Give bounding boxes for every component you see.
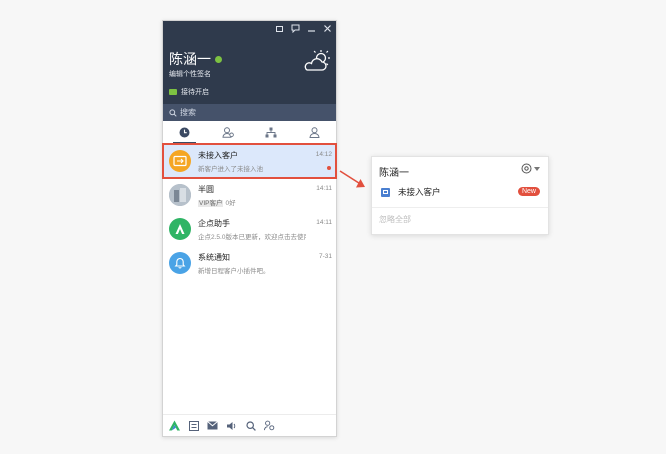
message-icon[interactable] <box>290 24 300 34</box>
tab-customers[interactable] <box>293 121 336 143</box>
conversation-title: 半圆 <box>198 184 214 194</box>
conversation-preview: 企点2.5.0版本已更新，欢迎点击去使用 <box>198 233 306 241</box>
profile-name-row[interactable]: 陈涵一 <box>169 49 222 69</box>
annotation-arrow-icon <box>339 170 365 188</box>
divider <box>372 207 548 208</box>
queue-icon <box>381 187 390 197</box>
conversation-item-system[interactable]: 系统通知 新增日程客户小插件吧。 7-31 <box>163 246 336 280</box>
chat-bubble-icon <box>169 89 177 95</box>
minimize-button[interactable] <box>306 24 316 34</box>
org-tree-icon <box>265 127 277 137</box>
tab-organization[interactable] <box>250 121 293 143</box>
search-icon <box>169 108 177 117</box>
tab-contacts[interactable] <box>206 121 249 143</box>
online-status-icon <box>215 55 222 63</box>
gear-icon <box>521 163 532 174</box>
stage: 陈涵一 编辑个性签名 接待开启 搜索 未接入客户 新客户进入了未接入池 14:1… <box>0 0 666 454</box>
qidian-logo-icon[interactable] <box>169 420 180 431</box>
assistant-icon <box>169 218 191 240</box>
vip-tag: VIP客户 <box>198 199 224 207</box>
photo-avatar <box>169 184 191 206</box>
conversation-time: 14:11 <box>316 185 332 192</box>
conversation-time: 7-31 <box>318 253 332 260</box>
clock-icon <box>179 127 190 137</box>
conversation-preview: 新客户进入了未接入池 <box>198 165 263 173</box>
search-icon[interactable] <box>245 420 256 431</box>
queue-icon <box>169 150 191 172</box>
app-grid-icon[interactable] <box>188 420 199 431</box>
notification-popup: 陈涵一 未接入客户 New 忽略全部 <box>371 156 549 235</box>
conversation-title: 未接入客户 <box>198 150 238 160</box>
bell-icon <box>169 252 191 274</box>
close-button[interactable] <box>322 24 332 34</box>
unread-dot <box>327 166 331 170</box>
conversation-item-banyuan[interactable]: 半圆 VIP客户 0好 14:11 <box>163 178 336 212</box>
user-icon <box>309 126 320 138</box>
speaker-icon[interactable] <box>226 420 237 431</box>
bottom-toolbar <box>163 414 336 436</box>
weather-icon[interactable] <box>302 49 332 78</box>
im-main-window: 陈涵一 编辑个性签名 接待开启 搜索 未接入客户 新客户进入了未接入池 14:1… <box>162 20 337 437</box>
reception-status[interactable]: 接待开启 <box>169 87 209 97</box>
reception-status-label: 接待开启 <box>181 89 209 96</box>
popup-item-unassigned[interactable]: 未接入客户 <box>381 186 441 198</box>
profile-name: 陈涵一 <box>169 51 211 67</box>
chevron-down-icon <box>534 166 540 171</box>
ignore-all-link[interactable]: 忽略全部 <box>379 214 411 225</box>
main-tabs <box>163 121 336 144</box>
search-placeholder: 搜索 <box>180 108 196 117</box>
mail-icon[interactable] <box>207 420 218 431</box>
conversation-time: 14:11 <box>316 219 332 226</box>
conversation-title: 系统通知 <box>198 252 230 262</box>
conversation-item-assistant[interactable]: 企点助手 企点2.5.0版本已更新，欢迎点击去使用 14:11 <box>163 212 336 246</box>
popup-item-label: 未接入客户 <box>398 187 441 197</box>
new-badge: New <box>517 187 540 196</box>
search-bar[interactable]: 搜索 <box>163 104 336 121</box>
conversation-time: 14:12 <box>315 151 332 158</box>
conversation-preview-row: VIP客户 0好 <box>198 197 306 207</box>
window-controls <box>274 24 332 34</box>
conversation-list: 未接入客户 新客户进入了未接入池 14:12 半圆 VIP客户 0好 14:11… <box>162 143 337 280</box>
contacts-icon <box>222 126 234 138</box>
popup-title: 陈涵一 <box>379 168 409 179</box>
skin-icon[interactable] <box>274 24 284 34</box>
conversation-preview: 新增日程客户小插件吧。 <box>198 267 270 275</box>
conversation-title: 企点助手 <box>198 218 230 228</box>
conversation-item-unassigned[interactable]: 未接入客户 新客户进入了未接入池 14:12 <box>162 143 337 179</box>
popup-settings-button[interactable] <box>521 163 540 174</box>
profile-header: 陈涵一 编辑个性签名 接待开启 搜索 <box>163 21 336 121</box>
signature-text[interactable]: 编辑个性签名 <box>169 69 211 79</box>
conversation-preview: 0好 <box>225 199 236 207</box>
user-settings-icon[interactable] <box>264 420 275 431</box>
tab-recent[interactable] <box>163 121 206 144</box>
